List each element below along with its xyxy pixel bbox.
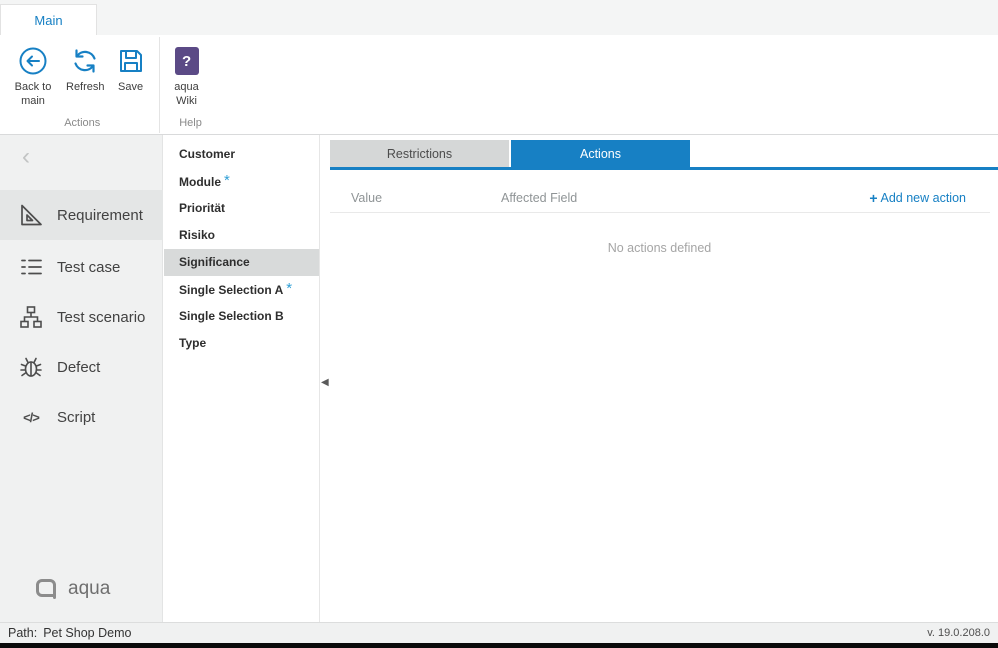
ribbon-tab-main[interactable]: Main bbox=[0, 4, 97, 35]
path-value: Pet Shop Demo bbox=[43, 626, 131, 640]
code-icon: </> bbox=[18, 404, 44, 430]
refresh-icon bbox=[69, 43, 101, 79]
ribbon-tab-strip: Main bbox=[0, 0, 998, 35]
button-label: aqua Wiki bbox=[170, 81, 204, 109]
tab-restrictions[interactable]: Restrictions bbox=[330, 140, 509, 167]
sidebar-item-label: Test case bbox=[57, 259, 120, 276]
bug-icon bbox=[18, 354, 44, 380]
aqua-wiki-button[interactable]: ? aqua Wiki bbox=[168, 39, 206, 109]
field-label: Significance bbox=[179, 255, 250, 269]
field-label: Single Selection B bbox=[179, 309, 284, 323]
aqua-logo-text: aqua bbox=[68, 578, 110, 600]
sidebar-item-test-scenario[interactable]: Test scenario bbox=[0, 292, 163, 342]
bottom-bar bbox=[0, 643, 998, 648]
field-item-single-selection-b[interactable]: Single Selection B bbox=[164, 303, 319, 330]
path-display: Path: Pet Shop Demo bbox=[8, 626, 131, 640]
sidebar-item-script[interactable]: </> Script bbox=[0, 392, 163, 442]
group-label-help: Help bbox=[166, 117, 216, 133]
back-arrow-icon bbox=[17, 43, 49, 79]
sidebar-item-test-case[interactable]: Test case bbox=[0, 242, 163, 292]
field-item-significance[interactable]: Significance bbox=[164, 249, 319, 276]
field-item-type[interactable]: Type bbox=[164, 330, 319, 357]
set-square-icon bbox=[18, 202, 44, 228]
save-button[interactable]: Save bbox=[113, 39, 149, 95]
empty-message: No actions defined bbox=[321, 241, 998, 255]
add-new-action-label: Add new action bbox=[881, 191, 966, 205]
hierarchy-icon bbox=[18, 304, 44, 330]
sidebar-item-label: Requirement bbox=[57, 207, 143, 224]
button-label: Refresh bbox=[66, 81, 105, 95]
plus-icon: + bbox=[869, 190, 877, 206]
save-icon bbox=[115, 43, 147, 79]
list-icon bbox=[18, 254, 44, 280]
sidebar-item-defect[interactable]: Defect bbox=[0, 342, 163, 392]
field-label: Single Selection A bbox=[179, 283, 283, 297]
version-label: v. 19.0.208.0 bbox=[927, 627, 990, 639]
sidebar-item-label: Script bbox=[57, 409, 95, 426]
button-label: Back to main bbox=[10, 81, 56, 109]
field-label: Risiko bbox=[179, 228, 215, 242]
field-item-customer[interactable]: Customer bbox=[164, 141, 319, 168]
path-label: Path: bbox=[8, 626, 37, 640]
group-label-actions: Actions bbox=[6, 117, 159, 133]
panel-tabs: Restrictions Actions bbox=[330, 140, 690, 167]
back-to-main-button[interactable]: Back to main bbox=[8, 39, 58, 109]
add-new-action-button[interactable]: + Add new action bbox=[869, 190, 966, 206]
content-region: ‹ Requirement Test case bbox=[0, 135, 998, 622]
column-header-affected-field: Affected Field bbox=[501, 191, 577, 205]
required-marker: * bbox=[286, 280, 292, 297]
field-label: Type bbox=[179, 336, 206, 350]
ribbon: Back to main Refresh bbox=[0, 35, 998, 135]
main-panel: Restrictions Actions Value Affected Fiel… bbox=[321, 135, 998, 622]
field-item-single-selection-a[interactable]: Single Selection A* bbox=[164, 276, 319, 303]
field-item-prioritaet[interactable]: Priorität bbox=[164, 195, 319, 222]
table-header: Value Affected Field + Add new action bbox=[330, 187, 990, 209]
status-bar: Path: Pet Shop Demo v. 19.0.208.0 bbox=[0, 622, 998, 643]
required-marker: * bbox=[224, 172, 230, 189]
field-label: Priorität bbox=[179, 201, 225, 215]
field-label: Module bbox=[179, 175, 221, 189]
header-separator bbox=[330, 212, 990, 213]
field-list: Customer Module* Priorität Risiko Signif… bbox=[164, 135, 320, 622]
sidebar: ‹ Requirement Test case bbox=[0, 135, 163, 622]
refresh-button[interactable]: Refresh bbox=[64, 39, 107, 95]
tab-actions[interactable]: Actions bbox=[511, 140, 690, 167]
button-label: Save bbox=[118, 81, 143, 95]
wiki-question-icon: ? bbox=[175, 43, 199, 79]
aqua-logo: aqua bbox=[34, 576, 110, 602]
field-item-risiko[interactable]: Risiko bbox=[164, 222, 319, 249]
ribbon-group-help: ? aqua Wiki Help bbox=[160, 37, 216, 133]
field-label: Customer bbox=[179, 147, 235, 161]
panel-collapse-button[interactable]: ◀ bbox=[321, 378, 329, 388]
aqua-logo-icon bbox=[34, 576, 60, 602]
field-item-module[interactable]: Module* bbox=[164, 168, 319, 195]
sidebar-item-label: Defect bbox=[57, 359, 100, 376]
column-header-value: Value bbox=[351, 191, 501, 205]
tab-underline bbox=[330, 167, 998, 170]
sidebar-collapse-button[interactable]: ‹ bbox=[22, 145, 30, 169]
sidebar-item-requirement[interactable]: Requirement bbox=[0, 190, 163, 240]
sidebar-item-label: Test scenario bbox=[57, 309, 145, 326]
ribbon-group-actions: Back to main Refresh bbox=[6, 37, 160, 133]
